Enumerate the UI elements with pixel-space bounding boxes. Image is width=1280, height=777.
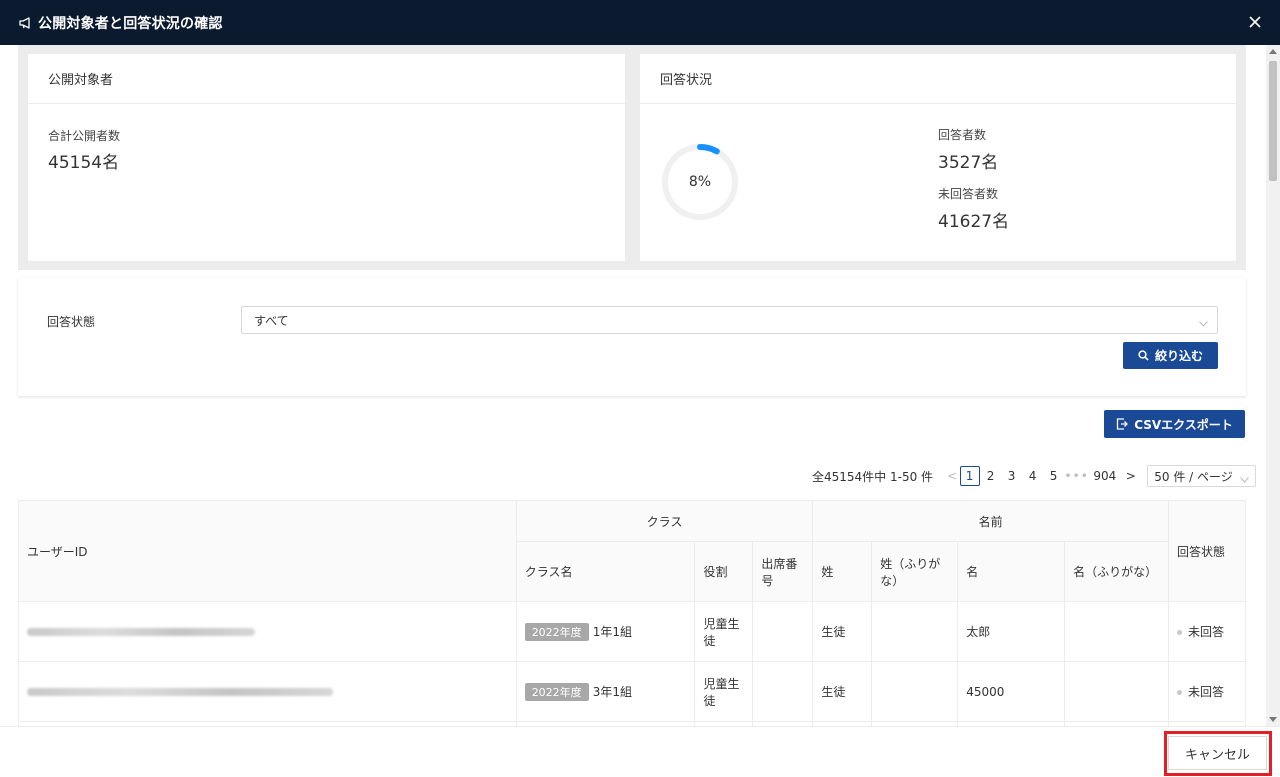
targets-card-title: 公開対象者: [28, 54, 625, 104]
col-status: 回答状態: [1168, 500, 1246, 602]
status-value: 未回答: [1188, 685, 1225, 699]
class-name-value: 1年1組: [592, 624, 632, 639]
search-icon: [1138, 350, 1149, 361]
filter-panel: 回答状態 すべて 絞り込む: [18, 278, 1246, 396]
col-role: 役割: [694, 541, 754, 602]
table-row: 2022年度 1年1組 児童生徒 生徒 太郎 未回答: [18, 601, 1246, 662]
seat-no-cell: [752, 661, 814, 722]
blurred-user-id: [27, 687, 333, 696]
response-percent: 8%: [688, 174, 712, 190]
last-name-cell: 生徒: [812, 661, 873, 722]
respondents-table: ユーザーID クラス 名前 回答状態 クラス名 役割 出席番号 姓 姓（ふりがな…: [18, 500, 1246, 726]
col-user-id: ユーザーID: [18, 500, 517, 602]
unanswered-value: 41627名: [938, 212, 1010, 232]
first-name-kana-cell: [1064, 661, 1170, 722]
class-cell: 2022年度 1年1組: [515, 601, 696, 662]
pagination: 全45154件中 1-50 件 < 1 2 3 4 5 ••• 904 > 50…: [812, 465, 1257, 487]
dialog-titlebar: 公開対象者と回答状況の確認: [0, 0, 1280, 45]
content-scrollbar[interactable]: [1266, 45, 1280, 726]
scroll-down-icon[interactable]: [1269, 717, 1277, 722]
pagination-next[interactable]: >: [1121, 466, 1141, 486]
response-card-title: 回答状況: [640, 54, 1236, 104]
pagination-summary: 全45154件中 1-50 件: [812, 469, 934, 484]
col-first-name-kana: 名（ふりがな）: [1064, 541, 1170, 602]
total-targets-label: 合計公開者数: [48, 129, 121, 143]
col-group-name: 名前: [812, 500, 1170, 542]
chevron-down-icon: [1199, 316, 1208, 327]
page-size-select[interactable]: 50 件 / ページ: [1147, 465, 1257, 487]
first-name-cell: 45000: [957, 661, 1066, 722]
col-last-name-kana: 姓（ふりがな）: [871, 541, 959, 602]
pagination-page-4[interactable]: 4: [1023, 466, 1043, 486]
status-cell: 未回答: [1168, 601, 1246, 662]
col-class-name: クラス名: [515, 541, 696, 602]
unanswered-label: 未回答者数: [938, 187, 999, 201]
pagination-prev[interactable]: <: [945, 469, 959, 483]
status-cell: 未回答: [1168, 661, 1246, 722]
filter-button-label: 絞り込む: [1154, 349, 1203, 363]
table-row: 2022年度 3年1組 児童生徒 生徒 45000 未回答: [18, 661, 1246, 722]
close-icon[interactable]: [1246, 13, 1264, 31]
first-name-cell: 太郎: [957, 601, 1066, 662]
export-icon: [1116, 418, 1129, 430]
pagination-ellipsis[interactable]: •••: [1065, 466, 1089, 486]
targets-card: 公開対象者 合計公開者数 45154名: [28, 54, 625, 261]
status-value: 未回答: [1188, 625, 1225, 639]
csv-export-label: CSVエクスポート: [1134, 417, 1233, 432]
cancel-button[interactable]: キャンセル: [1168, 736, 1267, 770]
pagination-page-2[interactable]: 2: [981, 466, 1001, 486]
scroll-up-icon[interactable]: [1269, 49, 1277, 54]
pagination-page-3[interactable]: 3: [1002, 466, 1022, 486]
dialog-title: 公開対象者と回答状況の確認: [38, 15, 223, 32]
class-cell: 2022年度 3年1組: [515, 661, 696, 722]
col-last-name: 姓: [812, 541, 873, 602]
stats-section: 公開対象者 合計公開者数 45154名 回答状況 8% 回答者数 3527名 未…: [18, 45, 1246, 270]
megaphone-icon: [18, 16, 34, 30]
page-size-value: 50 件 / ページ: [1154, 469, 1233, 484]
role-cell: 児童生徒: [694, 661, 754, 722]
answered-label: 回答者数: [938, 128, 987, 142]
year-tag: 2022年度: [524, 682, 589, 701]
filter-button[interactable]: 絞り込む: [1123, 342, 1218, 369]
pagination-page-5[interactable]: 5: [1044, 466, 1064, 486]
last-name-kana-cell: [871, 601, 959, 662]
col-seat-no: 出席番号: [752, 541, 814, 602]
dialog-footer: キャンセル: [0, 726, 1280, 777]
csv-export-button[interactable]: CSVエクスポート: [1104, 410, 1245, 438]
col-group-class: クラス: [515, 500, 814, 542]
year-tag: 2022年度: [524, 622, 589, 641]
status-dot: [1177, 690, 1183, 695]
scroll-thumb[interactable]: [1269, 61, 1277, 181]
first-name-kana-cell: [1064, 601, 1170, 662]
chevron-down-icon: [1240, 472, 1250, 486]
user-id-cell: [18, 601, 517, 662]
role-cell: 児童生徒: [694, 601, 754, 662]
status-filter-label: 回答状態: [47, 315, 96, 329]
response-card: 回答状況 8% 回答者数 3527名 未回答者数 41627名: [640, 54, 1236, 261]
last-name-cell: 生徒: [812, 601, 873, 662]
pagination-last-page[interactable]: 904: [1090, 466, 1120, 486]
status-select-value: すべて: [254, 313, 289, 328]
dialog-content: 公開対象者 合計公開者数 45154名 回答状況 8% 回答者数 3527名 未…: [0, 45, 1266, 726]
last-name-kana-cell: [871, 661, 959, 722]
status-dot: [1177, 630, 1183, 635]
user-id-cell: [18, 661, 517, 722]
total-targets-value: 45154名: [48, 153, 120, 173]
col-first-name: 名: [957, 541, 1066, 602]
status-select[interactable]: すべて: [241, 306, 1218, 334]
pagination-page-1[interactable]: 1: [959, 466, 980, 486]
seat-no-cell: [752, 601, 814, 662]
class-name-value: 3年1組: [592, 684, 632, 699]
answered-value: 3527名: [938, 153, 999, 173]
blurred-user-id: [27, 627, 255, 636]
